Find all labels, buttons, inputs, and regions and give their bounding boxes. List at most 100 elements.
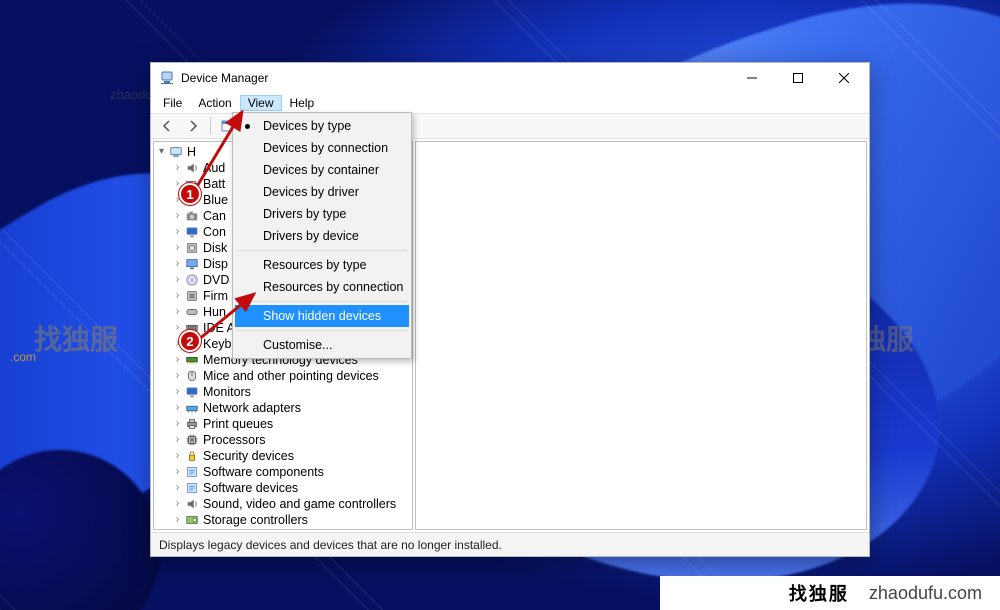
expander-icon[interactable]: ›: [172, 464, 183, 480]
tree-item[interactable]: › Network adapters: [154, 400, 412, 416]
expander-icon[interactable]: ›: [172, 208, 183, 224]
tree-item-label: Security devices: [203, 448, 294, 464]
mouse-icon: [184, 368, 200, 384]
app-icon: [159, 70, 175, 86]
titlebar[interactable]: Device Manager: [151, 63, 869, 93]
menu-separator: [237, 301, 407, 302]
menu-separator: [237, 330, 407, 331]
close-button[interactable]: [821, 63, 867, 93]
expander-icon[interactable]: ›: [172, 160, 183, 176]
expander-icon[interactable]: ›: [172, 496, 183, 512]
firmware-icon: [184, 288, 200, 304]
tree-item-label: Storage controllers: [203, 512, 308, 528]
tree-item-label: Batt: [203, 176, 225, 192]
tree-item-label: Hun: [203, 304, 226, 320]
menu-item-devices-by-container[interactable]: Devices by container: [235, 159, 409, 181]
software-icon: [184, 464, 200, 480]
menu-help[interactable]: Help: [282, 95, 323, 111]
tree-item-label: Firm: [203, 288, 228, 304]
toolbar-separator: [210, 117, 211, 135]
tree-item[interactable]: › Print queues: [154, 416, 412, 432]
expander-icon[interactable]: ›: [172, 288, 183, 304]
expander-icon[interactable]: ›: [172, 352, 183, 368]
menu-item-customise[interactable]: Customise...: [235, 334, 409, 356]
menu-item-resources-by-connection[interactable]: Resources by connection: [235, 276, 409, 298]
tree-item-label: Can: [203, 208, 226, 224]
maximize-button[interactable]: [775, 63, 821, 93]
menu-item-devices-by-type[interactable]: Devices by type: [235, 115, 409, 137]
menu-item-show-hidden-devices[interactable]: Show hidden devices: [235, 305, 409, 327]
footer-strip: 找独服 zhaodufu.com: [0, 576, 1000, 610]
tree-item[interactable]: › Mice and other pointing devices: [154, 368, 412, 384]
tree-item-label: Processors: [203, 432, 266, 448]
view-dropdown-menu: Devices by type Devices by connection De…: [232, 112, 412, 359]
expander-icon[interactable]: ›: [172, 416, 183, 432]
menu-action[interactable]: Action: [190, 95, 239, 111]
tree-item[interactable]: ›Sound, video and game controllers: [154, 496, 412, 512]
printer-icon: [184, 416, 200, 432]
security-icon: [184, 448, 200, 464]
monitor-icon: [184, 224, 200, 240]
window-title: Device Manager: [181, 71, 268, 85]
menu-file[interactable]: File: [155, 95, 190, 111]
disk-icon: [184, 240, 200, 256]
camera-icon: [184, 208, 200, 224]
expander-icon[interactable]: ›: [172, 368, 183, 384]
expander-icon[interactable]: ›: [172, 256, 183, 272]
audio-icon: [184, 496, 200, 512]
tree-item[interactable]: › Security devices: [154, 448, 412, 464]
tree-item-label: Aud: [203, 160, 225, 176]
software-icon: [184, 480, 200, 496]
tree-item[interactable]: › Software devices: [154, 480, 412, 496]
forward-button[interactable]: [181, 115, 205, 137]
expander-icon[interactable]: ›: [172, 512, 183, 528]
details-pane: [415, 141, 867, 530]
tree-item-label: Monitors: [203, 384, 251, 400]
menu-bar: File Action View Help: [151, 93, 869, 113]
expander-icon[interactable]: ›: [172, 304, 183, 320]
expander-icon[interactable]: ›: [172, 448, 183, 464]
tree-item-label: Print queues: [203, 416, 273, 432]
dvd-icon: [184, 272, 200, 288]
tree-item[interactable]: ›Software components: [154, 464, 412, 480]
network-icon: [184, 400, 200, 416]
tree-item-label: Blue: [203, 192, 228, 208]
tree-item-label: Network adapters: [203, 400, 301, 416]
storage-icon: [184, 512, 200, 528]
tree-root-label: H: [187, 144, 196, 160]
memory-icon: [184, 352, 200, 368]
tree-item-label: Mice and other pointing devices: [203, 368, 379, 384]
expander-icon[interactable]: ›: [172, 240, 183, 256]
cpu-icon: [184, 432, 200, 448]
tree-item[interactable]: › Monitors: [154, 384, 412, 400]
expander-icon[interactable]: ›: [172, 384, 183, 400]
audio-icon: [184, 160, 200, 176]
tree-item-label: Disp: [203, 256, 228, 272]
footer-url: zhaodufu.com: [869, 583, 982, 604]
menu-item-drivers-by-device[interactable]: Drivers by device: [235, 225, 409, 247]
back-button[interactable]: [155, 115, 179, 137]
menu-item-resources-by-type[interactable]: Resources by type: [235, 254, 409, 276]
tree-item-label: Con: [203, 224, 226, 240]
tree-item-label: IDE A: [203, 320, 235, 336]
minimize-button[interactable]: [729, 63, 775, 93]
menu-item-devices-by-driver[interactable]: Devices by driver: [235, 181, 409, 203]
menu-view[interactable]: View: [240, 95, 282, 111]
tree-item[interactable]: › Processors: [154, 432, 412, 448]
expander-icon[interactable]: ›: [172, 400, 183, 416]
display-icon: [184, 256, 200, 272]
expander-icon[interactable]: ›: [172, 272, 183, 288]
expander-icon[interactable]: ›: [172, 224, 183, 240]
expander-icon[interactable]: ›: [172, 480, 183, 496]
expander-icon[interactable]: ›: [172, 432, 183, 448]
monitor-icon: [184, 384, 200, 400]
status-bar: Displays legacy devices and devices that…: [151, 532, 869, 556]
annotation-marker-1: 1: [179, 183, 201, 205]
menu-item-drivers-by-type[interactable]: Drivers by type: [235, 203, 409, 225]
tree-item-label: Software devices: [203, 480, 298, 496]
hid-icon: [184, 304, 200, 320]
tree-item-label: DVD: [203, 272, 229, 288]
tree-item-label: Disk: [203, 240, 227, 256]
menu-item-devices-by-connection[interactable]: Devices by connection: [235, 137, 409, 159]
tree-item[interactable]: › Storage controllers: [154, 512, 412, 528]
